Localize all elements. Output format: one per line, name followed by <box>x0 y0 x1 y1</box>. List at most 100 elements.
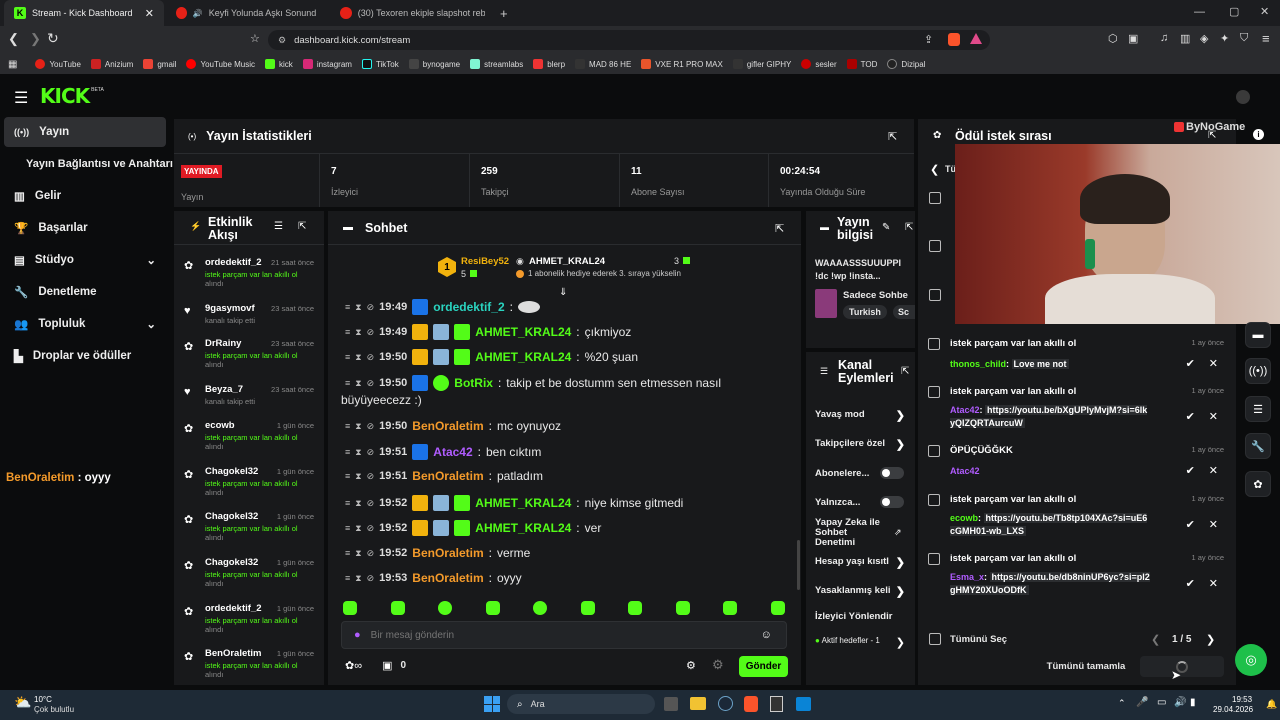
send-button[interactable]: Gönder <box>739 656 788 677</box>
emotes-only-toggle[interactable] <box>880 496 904 508</box>
mic-tray-icon[interactable]: 🎤 <box>1136 697 1148 708</box>
popout-icon[interactable]: ⇱ <box>905 222 913 233</box>
chat-message[interactable]: ≡ ⧗ ⊘ 19:51 Atac42: ben cıktım <box>345 444 541 460</box>
puzzle-icon[interactable]: ✦ <box>1220 32 1229 45</box>
back-icon[interactable]: ❮ <box>930 163 939 176</box>
brave-shield-icon[interactable] <box>948 33 960 46</box>
blocked-icon[interactable]: ⚙ <box>712 657 724 673</box>
stats-rail-button[interactable]: ☰ <box>1245 396 1271 422</box>
tab-youtube-1[interactable]: 🔊 Keyfi Yolunda Aşkı Sonunda | Yo <box>166 0 326 26</box>
loading-button[interactable] <box>1140 656 1224 677</box>
emote-icon[interactable] <box>485 601 500 615</box>
sidebar-item-basarilar[interactable]: 🏆 Başarılar <box>4 214 166 242</box>
sidebar-item-yayin[interactable]: ((•)) Yayın <box>4 118 166 146</box>
bookmark-tiktok[interactable]: TikTok <box>361 59 399 69</box>
prev-page-icon[interactable]: ❮ <box>1151 633 1160 646</box>
chat-message[interactable]: ≡ ⧗ ⊘ 19:49 AHMET_KRAL24: çıkmiyoz <box>345 324 631 340</box>
file-explorer-icon[interactable] <box>690 697 706 710</box>
vpn-icon[interactable]: ⛉ <box>1240 32 1248 45</box>
close-window-icon[interactable]: ✕ <box>1260 5 1269 18</box>
complete-all-button[interactable]: Tümünü tamamla <box>1036 656 1136 677</box>
action-banned-words[interactable]: Yasaklanmış keli ❯ <box>815 585 905 598</box>
battery-icon[interactable]: ▮ <box>1190 697 1196 708</box>
settings-gear-icon[interactable]: ⚙ <box>686 659 696 672</box>
select-all-checkbox[interactable] <box>929 633 941 645</box>
close-icon[interactable]: ✕ <box>1209 518 1218 531</box>
wallet-icon[interactable]: ◈ <box>1200 32 1208 45</box>
popout-icon[interactable]: ⇱ <box>298 221 306 232</box>
bookmark-anizium[interactable]: Anizium <box>90 59 133 69</box>
chat-rail-button[interactable]: ▬ <box>1245 322 1271 348</box>
support-chat-button[interactable]: ◎ <box>1235 644 1267 676</box>
chat-message[interactable]: ≡ ⧗ ⊘ 19:49 ordedektif_2: <box>345 299 540 315</box>
popout-icon[interactable]: ⇱ <box>1208 130 1216 141</box>
maximize-icon[interactable]: ▢ <box>1229 5 1239 18</box>
sidebar-toggle-icon[interactable]: ▥ <box>1180 32 1190 45</box>
activity-item[interactable]: ✿ ordedektif_2 istek parçam var lan akıllı… <box>184 257 320 288</box>
menu-icon[interactable]: ≡ <box>1262 31 1270 46</box>
check-icon[interactable]: ✔ <box>1186 518 1195 531</box>
chat-message[interactable]: ≡ ⧗ ⊘ 19:50 BenOraletim: mc oynuyoz <box>345 419 561 433</box>
epic-icon[interactable] <box>770 696 783 712</box>
extension-icon-2[interactable]: ▣ <box>1128 32 1138 45</box>
row-checkbox[interactable] <box>929 192 941 204</box>
bookmark-youtube-music[interactable]: YouTube Music <box>186 59 255 69</box>
action-slow-mode[interactable]: Yavaş mod ❯ <box>815 409 905 422</box>
close-icon[interactable]: ✕ <box>1209 577 1218 590</box>
row-checkbox[interactable] <box>928 338 940 350</box>
chat-input[interactable] <box>370 629 751 641</box>
emote-icon[interactable] <box>438 601 453 615</box>
close-tab-icon[interactable]: ✕ <box>145 7 154 20</box>
popout-icon[interactable]: ⇱ <box>775 222 784 235</box>
bookmark-dizipal[interactable]: Dizipal <box>887 59 925 69</box>
bookmark-giphy[interactable]: gifler GIPHY <box>732 59 791 69</box>
network-icon[interactable]: ▭ <box>1157 697 1166 708</box>
tab-youtube-2[interactable]: (30) Texoren ekiple slapshot rebound <box>330 0 495 26</box>
action-viewer-redirect[interactable]: İzleyici Yönlendir <box>815 611 892 622</box>
broadcast-rail-button[interactable]: ((•)) <box>1245 358 1271 384</box>
gift-leaderboard[interactable]: 1 ResiBey52 5 ◉ AHMET_KRAL24 3 1 aboneli… <box>438 255 698 285</box>
sidebar-item-yayin-baglantisi[interactable]: Yayın Bağlantısı ve Anahtarı <box>16 150 178 178</box>
apps-grid-icon[interactable]: ▦ <box>8 59 17 70</box>
activity-item[interactable]: ✿ Chagokel32 istek parçam var lan akıllı o… <box>184 466 320 497</box>
extension-icon-1[interactable]: ⬡ <box>1108 32 1118 45</box>
row-checkbox[interactable] <box>929 289 941 301</box>
bookmark-instagram[interactable]: instagram <box>302 59 352 69</box>
emote-icon[interactable] <box>390 601 405 615</box>
close-icon[interactable]: ✕ <box>1209 357 1218 370</box>
store-icon[interactable] <box>796 697 811 711</box>
kick-logo[interactable]: KICK BETA <box>40 84 104 108</box>
sidebar-item-topluluk[interactable]: 👥 Topluluk ⌄ <box>4 310 166 338</box>
sidebar-item-gelir[interactable]: ▥ Gelir <box>4 182 166 210</box>
share-icon[interactable]: ⇪ <box>924 33 933 46</box>
emote-icon[interactable] <box>580 601 595 615</box>
clock-date[interactable]: 29.04.2026 <box>1213 705 1253 714</box>
sidebar-item-denetleme[interactable]: 🔧 Denetleme <box>4 278 166 306</box>
points-icon[interactable]: ✿∞ <box>345 659 362 672</box>
bookmark-bynogame[interactable]: bynogame <box>408 59 460 69</box>
request-item[interactable]: istek parçam var lan akıllı ol 1 ay önce… <box>928 494 1226 542</box>
chat-message[interactable]: ≡ ⧗ ⊘ 19:52 AHMET_KRAL24: ver <box>345 520 601 536</box>
tray-chevron-icon[interactable]: ⌃ <box>1118 698 1126 709</box>
rewards-rail-button[interactable]: ✿ <box>1245 471 1271 497</box>
bookmark-tod[interactable]: TOD <box>846 59 877 69</box>
filter-icon[interactable]: ☰ <box>274 221 283 232</box>
row-checkbox[interactable] <box>928 386 940 398</box>
avatar[interactable] <box>1236 90 1250 104</box>
emote-icon[interactable] <box>675 601 690 615</box>
steam-icon[interactable] <box>718 696 733 711</box>
request-item[interactable]: istek parçam var lan akıllı ol 1 ay önce… <box>928 553 1226 601</box>
activity-item[interactable]: ♥ Beyza_7 kanalı takip etti 23 saat önce <box>184 384 320 406</box>
bookmark-mad86[interactable]: MAD 86 HE <box>575 59 631 69</box>
edit-icon[interactable]: ✎ <box>882 222 890 233</box>
check-icon[interactable]: ✔ <box>1186 464 1195 477</box>
music-icon[interactable]: ♫ <box>1160 32 1168 44</box>
row-checkbox[interactable] <box>929 240 941 252</box>
action-followers-only[interactable]: Takipçilere özel ❯ <box>815 438 905 451</box>
subscribers-only-toggle[interactable] <box>880 467 904 479</box>
close-icon[interactable]: ✕ <box>1209 410 1218 423</box>
chat-message[interactable]: ≡ ⧗ ⊘ 19:53 BenOraletim: oyyy <box>345 571 522 585</box>
bookmark-gmail[interactable]: gmail <box>143 59 176 69</box>
action-ai-moderation[interactable]: Yapay Zeka ile Sohbet Denetimi <box>815 518 887 548</box>
bookmark-sesler[interactable]: sesler <box>801 59 837 69</box>
